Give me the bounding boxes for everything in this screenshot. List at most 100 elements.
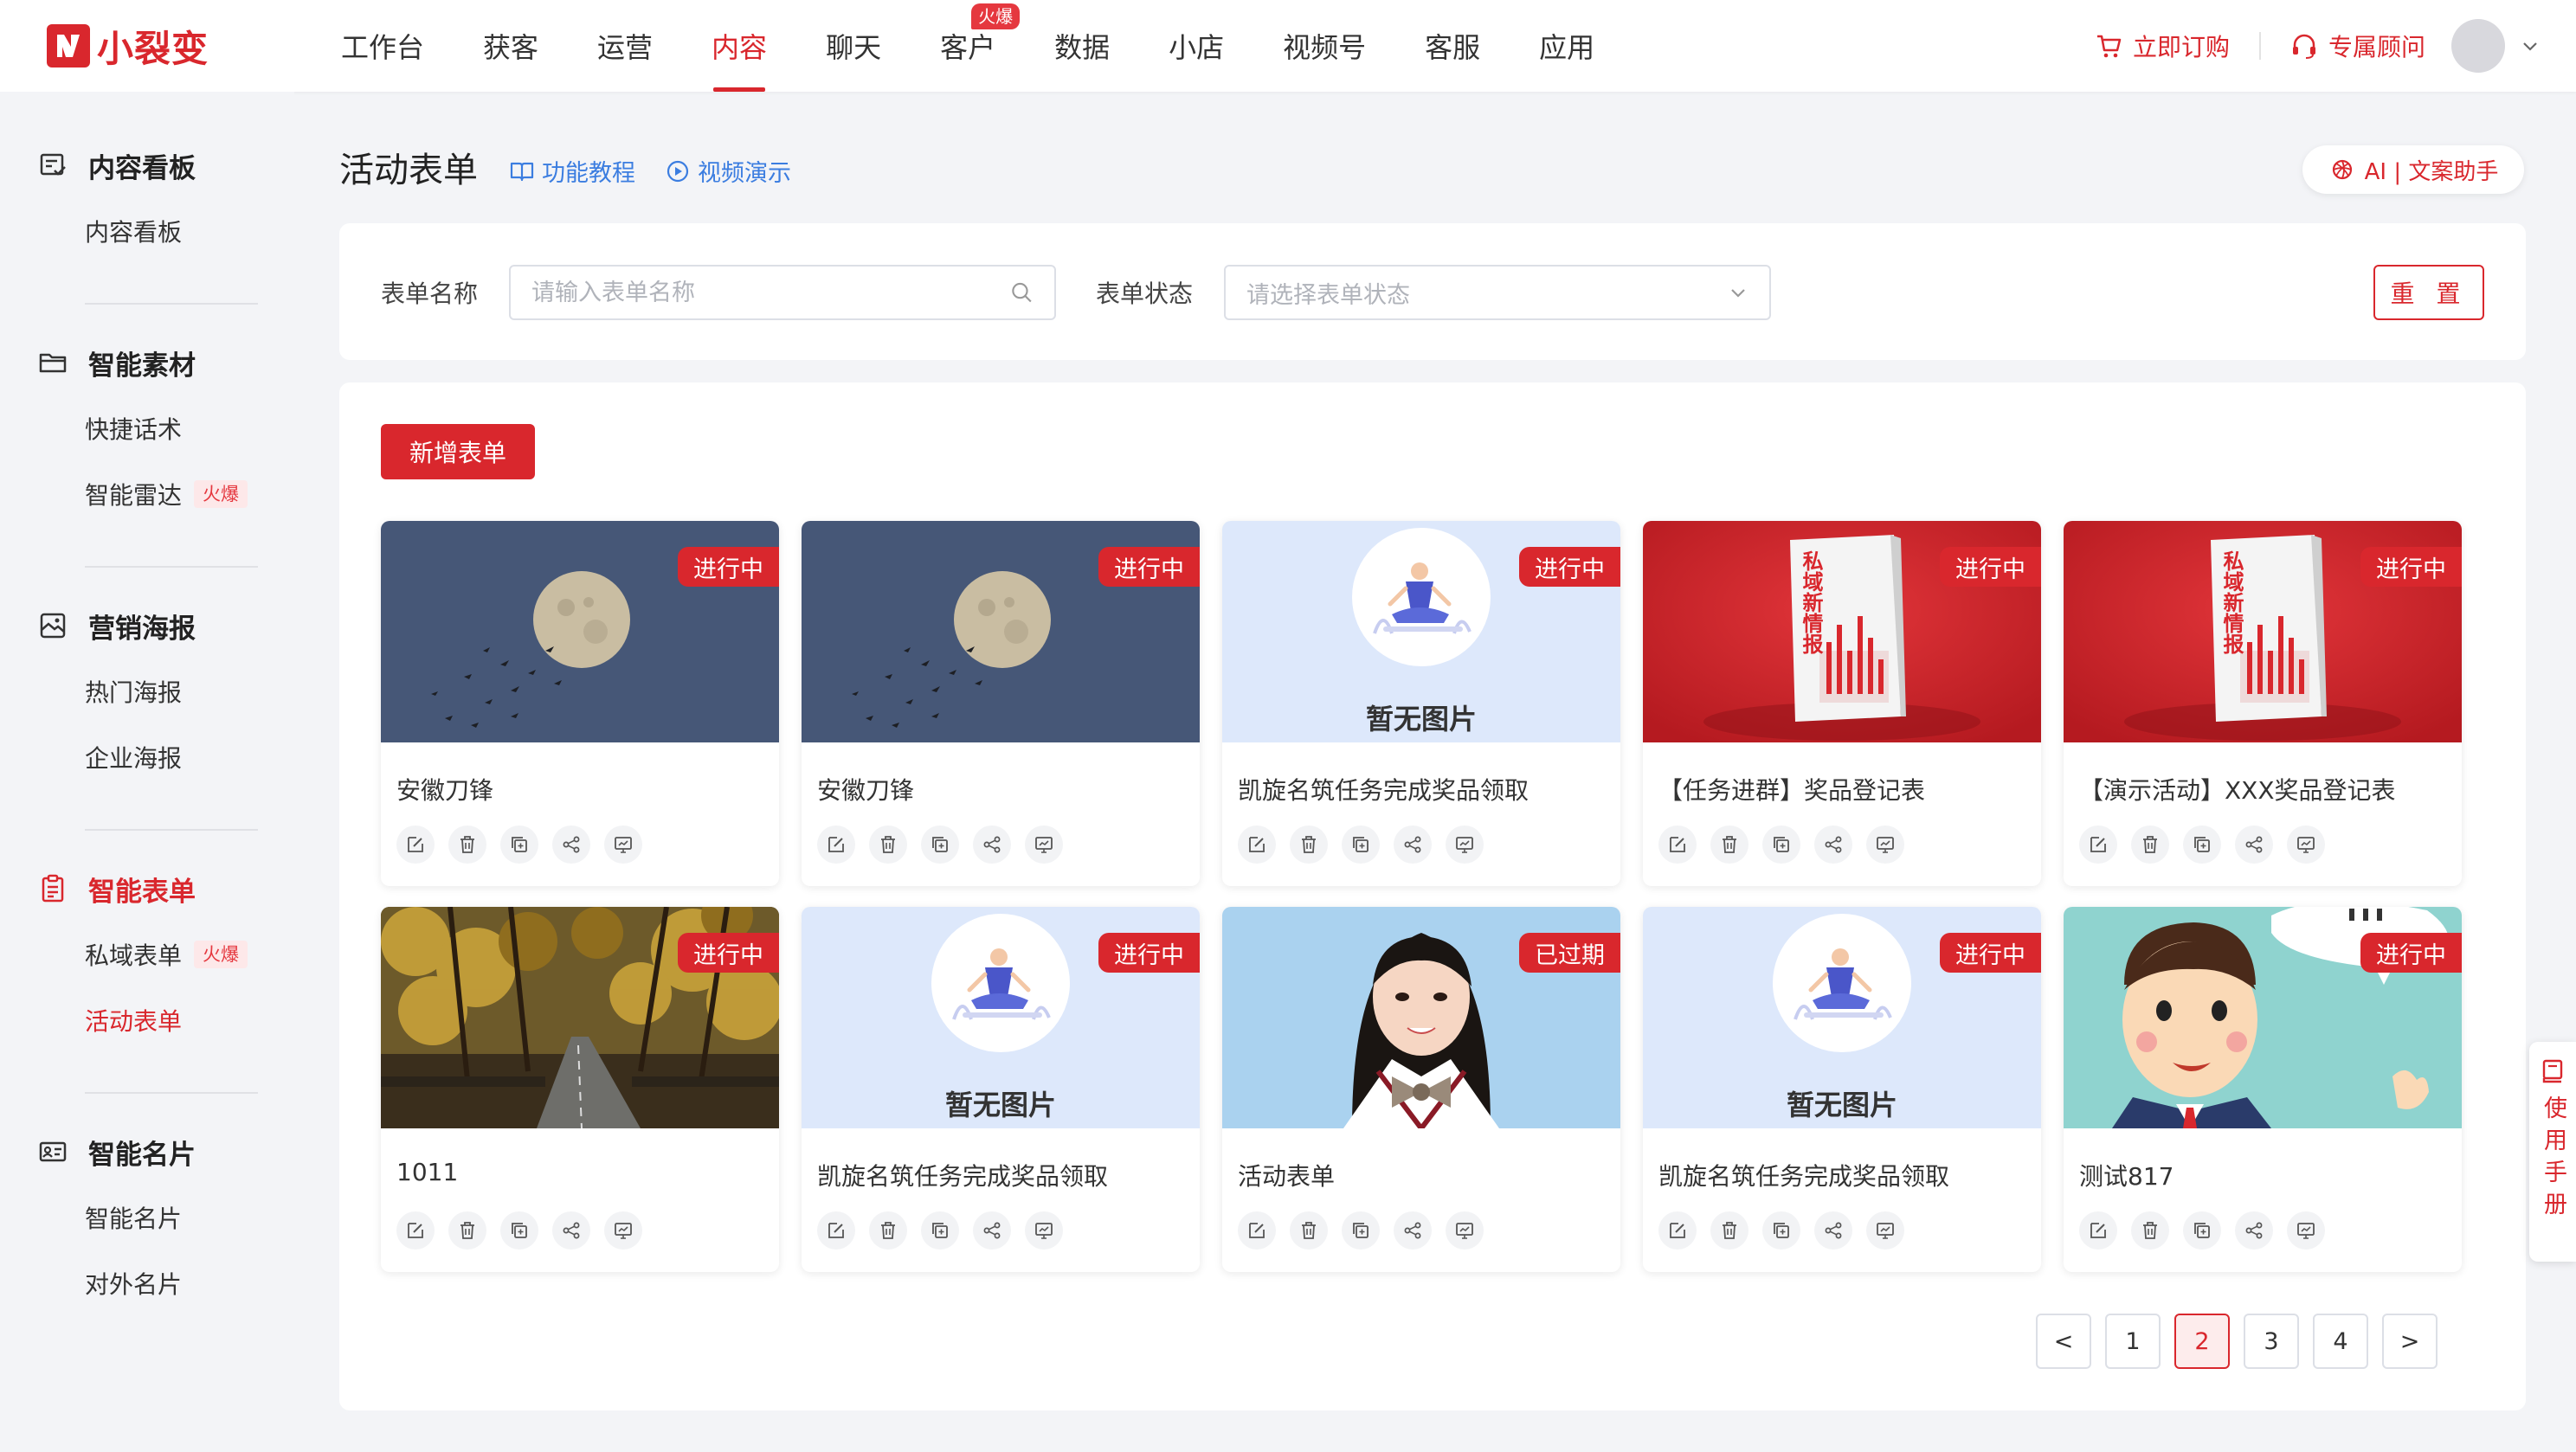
sidebar-head-forms[interactable]: 智能表单 [0, 867, 294, 910]
sidebar-item-private-forms[interactable]: 私域表单 火爆 [0, 933, 294, 976]
edit-button[interactable] [2079, 1211, 2117, 1250]
sidebar-head-posters[interactable]: 营销海报 [0, 604, 294, 647]
order-link[interactable]: 立即订购 [2095, 29, 2230, 63]
share-button[interactable] [2235, 826, 2273, 864]
nav-item-content[interactable]: 内容 [682, 0, 796, 92]
pagination-next-button[interactable]: > [2382, 1314, 2438, 1369]
search-icon[interactable] [1010, 280, 1034, 305]
delete-button[interactable] [869, 826, 907, 864]
sidebar-head-dashboard[interactable]: 内容看板 [0, 144, 294, 187]
pagination-page-3[interactable]: 3 [2244, 1314, 2299, 1369]
data-button[interactable] [1446, 826, 1484, 864]
edit-button[interactable] [396, 1211, 435, 1250]
sidebar-head-cards[interactable]: 智能名片 [0, 1130, 294, 1173]
share-button[interactable] [1394, 826, 1432, 864]
copy-button[interactable] [1342, 1211, 1380, 1250]
sidebar-item-content-dashboard[interactable]: 内容看板 [0, 209, 294, 253]
delete-button[interactable] [448, 1211, 486, 1250]
sidebar-item-company-posters[interactable]: 企业海报 [0, 736, 294, 779]
form-card[interactable]: 已过期 活动表单 [1222, 907, 1620, 1272]
form-card[interactable]: 进行中 测试817 [2064, 907, 2462, 1272]
chevron-down-icon[interactable] [2521, 36, 2540, 55]
form-card[interactable]: 进行中 1011 [381, 907, 779, 1272]
brand-logo[interactable]: 小裂变 [47, 19, 209, 73]
sidebar-item-smart-radar[interactable]: 智能雷达 火爆 [0, 472, 294, 516]
edit-button[interactable] [817, 1211, 855, 1250]
nav-item-shop[interactable]: 小店 [1139, 0, 1253, 92]
nav-item-data[interactable]: 数据 [1025, 0, 1139, 92]
data-button[interactable] [604, 826, 642, 864]
form-card[interactable]: 进行中 安徽刀锋 [381, 521, 779, 886]
edit-button[interactable] [817, 826, 855, 864]
delete-button[interactable] [448, 826, 486, 864]
form-card[interactable]: 暂无图片 进行中 凯旋名筑任务完成奖品领取 [1643, 907, 2041, 1272]
sidebar-item-activity-forms[interactable]: 活动表单 [0, 999, 294, 1042]
data-button[interactable] [1025, 1211, 1063, 1250]
data-button[interactable] [2287, 826, 2325, 864]
share-button[interactable] [1814, 826, 1852, 864]
copy-button[interactable] [921, 826, 959, 864]
ai-copywriter-button[interactable]: AI | 文案助手 [2302, 145, 2524, 194]
delete-button[interactable] [1710, 826, 1748, 864]
form-card[interactable]: 暂无图片 进行中 凯旋名筑任务完成奖品领取 [802, 907, 1200, 1272]
avatar[interactable] [2451, 19, 2505, 73]
form-card[interactable]: 暂无图片 进行中 凯旋名筑任务完成奖品领取 [1222, 521, 1620, 886]
delete-button[interactable] [1290, 1211, 1328, 1250]
edit-button[interactable] [1658, 1211, 1697, 1250]
form-card[interactable]: 私域新情报 进行中 【演示活动】XXX奖品登记表 [2064, 521, 2462, 886]
name-search-input[interactable] [531, 279, 1011, 306]
sidebar-item-external-card[interactable]: 对外名片 [0, 1262, 294, 1305]
nav-item-apps[interactable]: 应用 [1510, 0, 1624, 92]
advisor-link[interactable]: 专属顾问 [2290, 29, 2425, 63]
user-manual-tab[interactable]: 使用手册 [2529, 1042, 2576, 1262]
share-button[interactable] [1394, 1211, 1432, 1250]
video-link[interactable]: 视频演示 [665, 154, 791, 188]
nav-item-chat[interactable]: 聊天 [796, 0, 911, 92]
pagination-page-2[interactable]: 2 [2174, 1314, 2230, 1369]
share-button[interactable] [1814, 1211, 1852, 1250]
data-button[interactable] [1446, 1211, 1484, 1250]
share-button[interactable] [973, 826, 1011, 864]
nav-item-service[interactable]: 客服 [1395, 0, 1510, 92]
delete-button[interactable] [869, 1211, 907, 1250]
copy-button[interactable] [921, 1211, 959, 1250]
nav-item-workbench[interactable]: 工作台 [312, 0, 454, 92]
reset-button[interactable]: 重 置 [2373, 265, 2484, 320]
share-button[interactable] [2235, 1211, 2273, 1250]
copy-button[interactable] [500, 826, 538, 864]
copy-button[interactable] [1762, 1211, 1800, 1250]
pagination-page-1[interactable]: 1 [2105, 1314, 2161, 1369]
copy-button[interactable] [500, 1211, 538, 1250]
sidebar-head-materials[interactable]: 智能素材 [0, 341, 294, 384]
sidebar-item-hot-posters[interactable]: 热门海报 [0, 670, 294, 713]
share-button[interactable] [552, 826, 590, 864]
tutorial-link[interactable]: 功能教程 [509, 154, 635, 188]
nav-item-customer[interactable]: 客户 火爆 [911, 0, 1025, 92]
data-button[interactable] [1866, 1211, 1904, 1250]
copy-button[interactable] [2183, 826, 2221, 864]
edit-button[interactable] [1238, 826, 1276, 864]
nav-item-channels[interactable]: 视频号 [1253, 0, 1395, 92]
edit-button[interactable] [1238, 1211, 1276, 1250]
copy-button[interactable] [1762, 826, 1800, 864]
form-card[interactable]: 私域新情报 进行中 【任务进群】奖品登记表 [1643, 521, 2041, 886]
status-select[interactable]: 请选择表单状态 [1224, 265, 1771, 320]
add-form-button[interactable]: 新增表单 [381, 424, 535, 479]
delete-button[interactable] [2131, 1211, 2169, 1250]
delete-button[interactable] [1290, 826, 1328, 864]
data-button[interactable] [1025, 826, 1063, 864]
data-button[interactable] [1866, 826, 1904, 864]
edit-button[interactable] [396, 826, 435, 864]
sidebar-item-smart-card[interactable]: 智能名片 [0, 1196, 294, 1239]
name-filter-field[interactable] [509, 265, 1056, 320]
nav-item-operation[interactable]: 运营 [568, 0, 682, 92]
sidebar-item-quick-scripts[interactable]: 快捷话术 [0, 407, 294, 450]
copy-button[interactable] [2183, 1211, 2221, 1250]
copy-button[interactable] [1342, 826, 1380, 864]
data-button[interactable] [2287, 1211, 2325, 1250]
pagination-page-4[interactable]: 4 [2313, 1314, 2368, 1369]
nav-item-acquire[interactable]: 获客 [454, 0, 568, 92]
delete-button[interactable] [1710, 1211, 1748, 1250]
form-card[interactable]: 进行中 安徽刀锋 [802, 521, 1200, 886]
delete-button[interactable] [2131, 826, 2169, 864]
